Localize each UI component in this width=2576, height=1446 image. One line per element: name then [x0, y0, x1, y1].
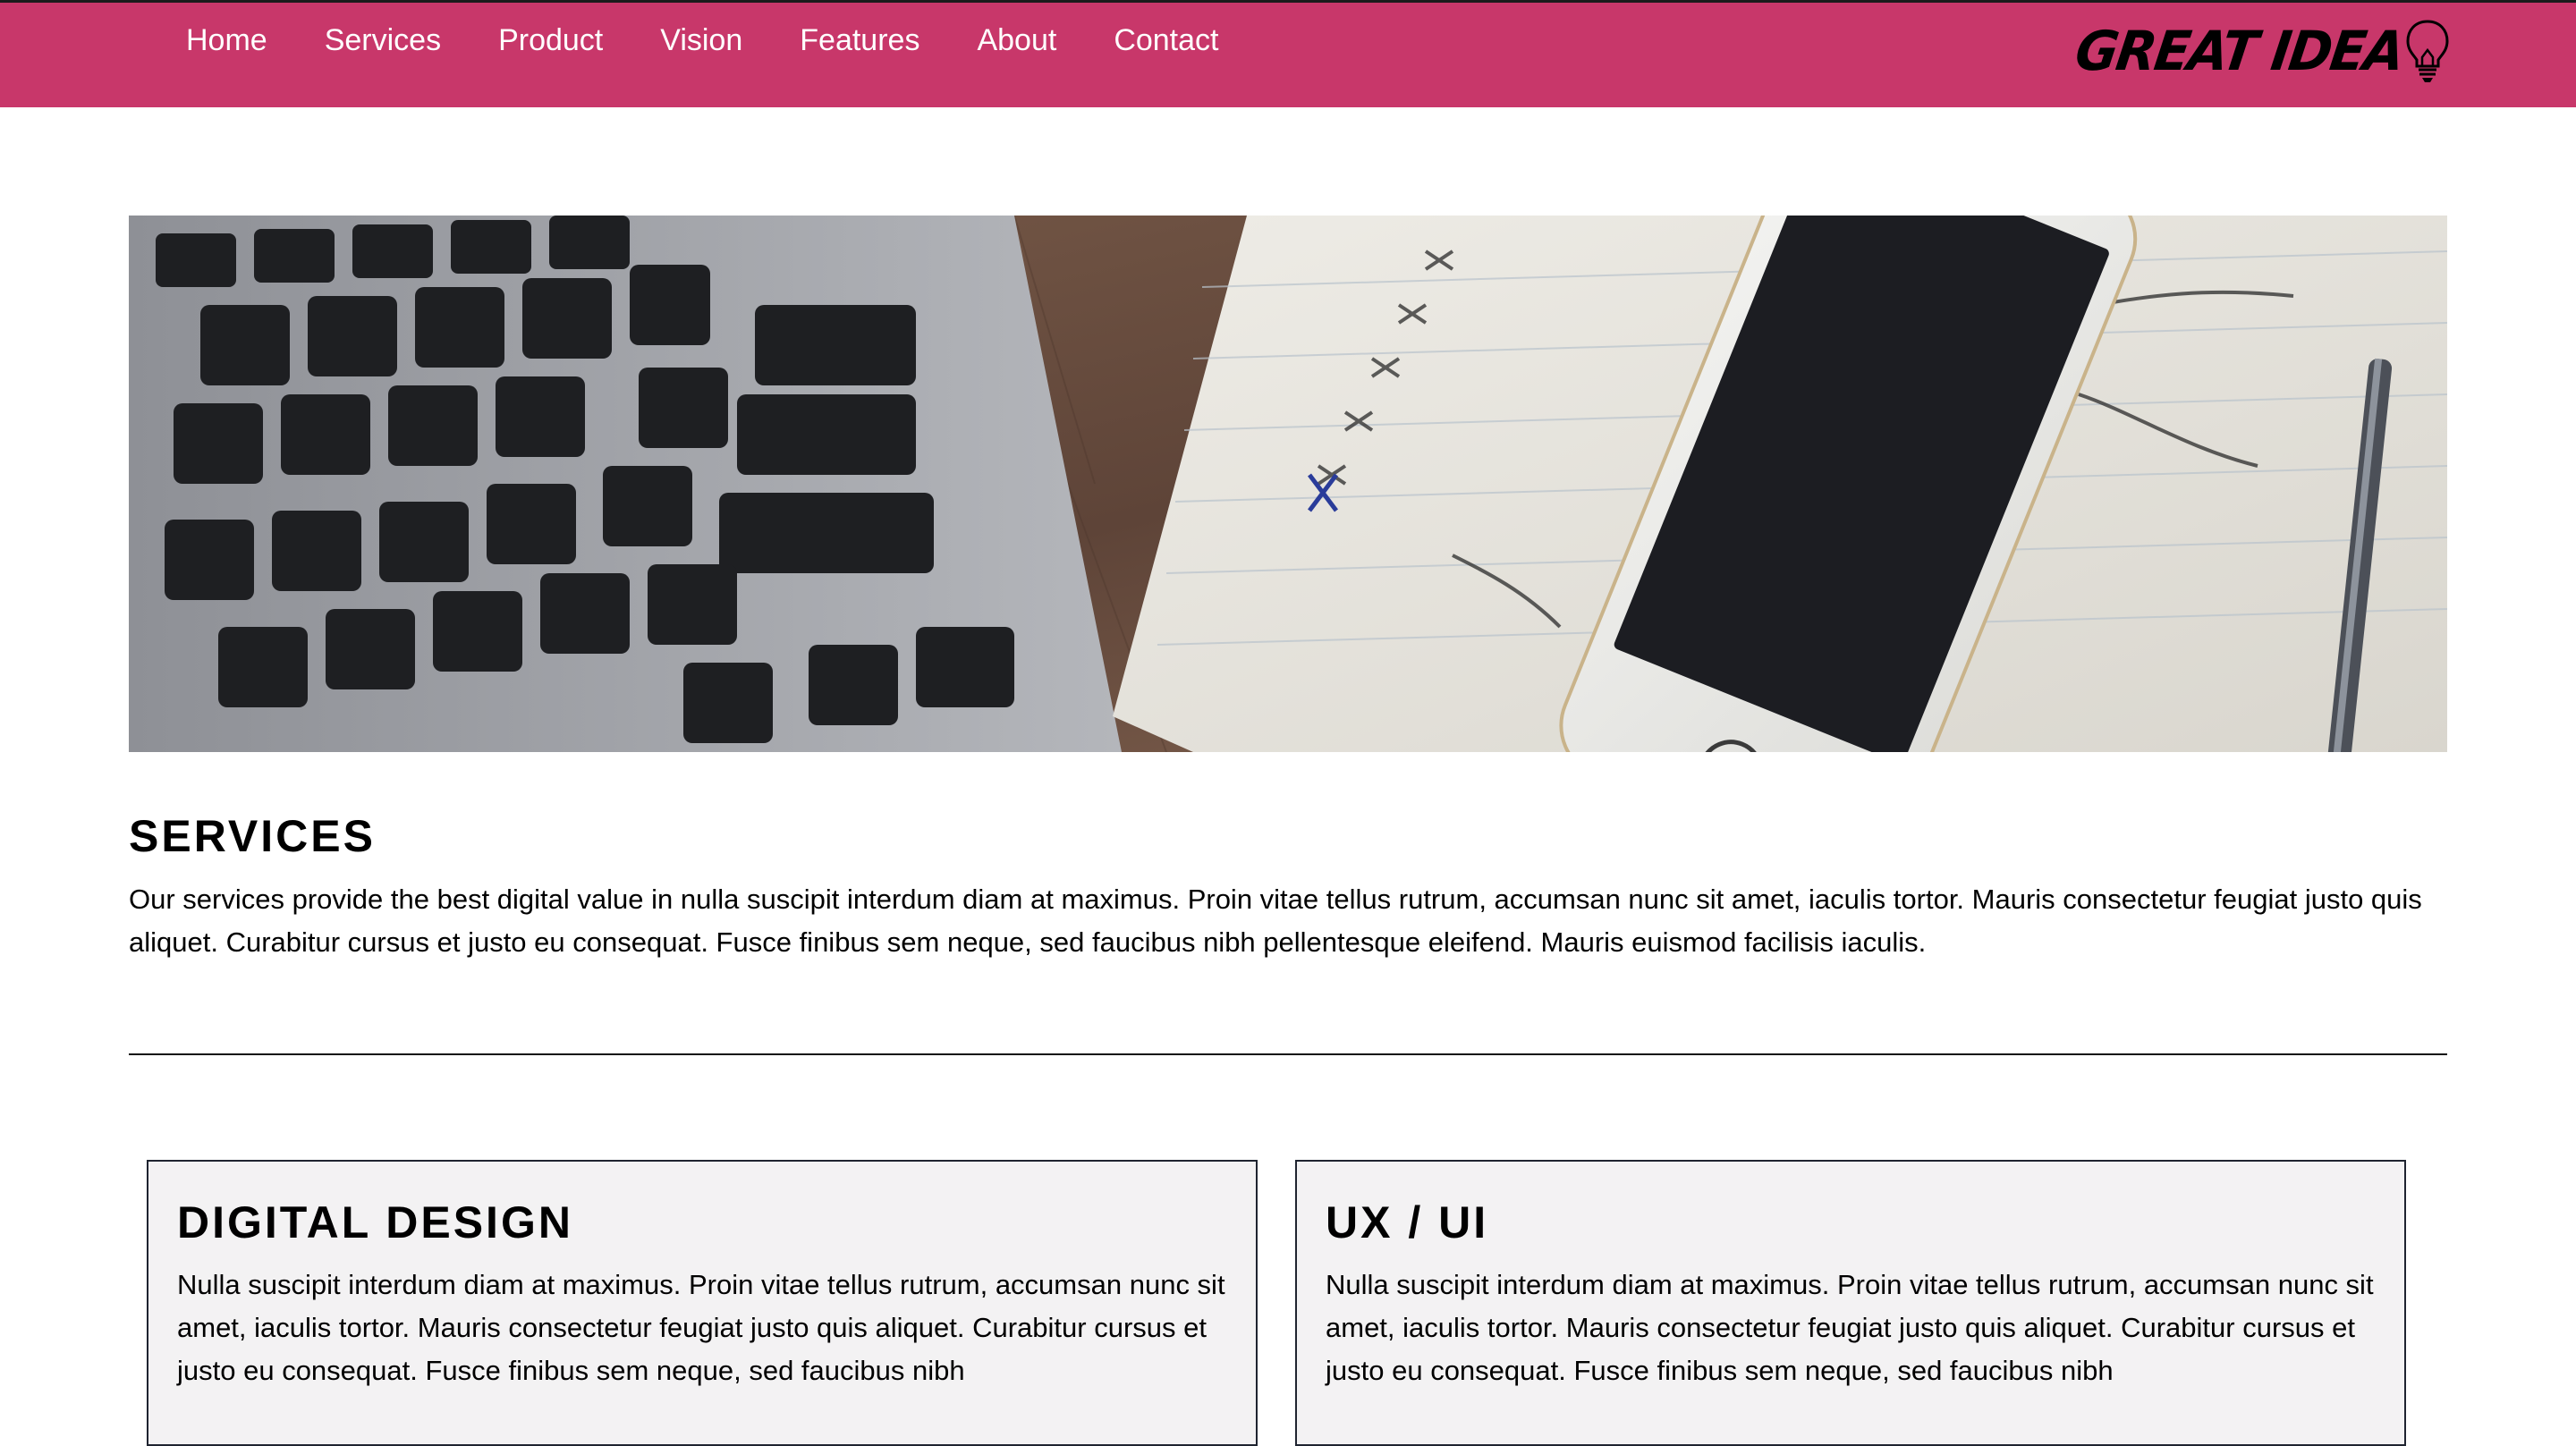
nav-link-about[interactable]: About: [977, 22, 1056, 58]
nav-link-services[interactable]: Services: [325, 22, 441, 58]
services-description: Our services provide the best digital va…: [129, 884, 2422, 958]
nav-link-contact[interactable]: Contact: [1114, 22, 1218, 58]
services-heading: SERVICES: [129, 811, 376, 861]
brand-name: GREAT IDEA: [2071, 19, 2408, 83]
service-card-ux-ui: UX / UI Nulla suscipit interdum diam at …: [1295, 1160, 2406, 1446]
hero-image: [129, 216, 2447, 752]
card-body: Nulla suscipit interdum diam at maximus.…: [1326, 1269, 2374, 1386]
nav-link-home[interactable]: Home: [186, 22, 267, 58]
hero-photo-illustration: [129, 216, 2447, 752]
nav-link-features[interactable]: Features: [800, 22, 919, 58]
nav-link-product[interactable]: Product: [498, 22, 603, 58]
brand-logo[interactable]: GREAT IDEA: [2072, 15, 2451, 87]
section-divider: [129, 1053, 2447, 1055]
lightbulb-icon: [2406, 20, 2449, 82]
top-navbar: Home Services Product Vision Features Ab…: [0, 0, 2576, 107]
card-body: Nulla suscipit interdum diam at maximus.…: [177, 1269, 1225, 1386]
card-title: DIGITAL DESIGN: [177, 1197, 573, 1247]
main-nav: Home Services Product Vision Features Ab…: [186, 22, 1276, 58]
service-card-digital-design: DIGITAL DESIGN Nulla suscipit interdum d…: [147, 1160, 1258, 1446]
card-title: UX / UI: [1326, 1197, 1489, 1247]
nav-link-vision[interactable]: Vision: [660, 22, 742, 58]
